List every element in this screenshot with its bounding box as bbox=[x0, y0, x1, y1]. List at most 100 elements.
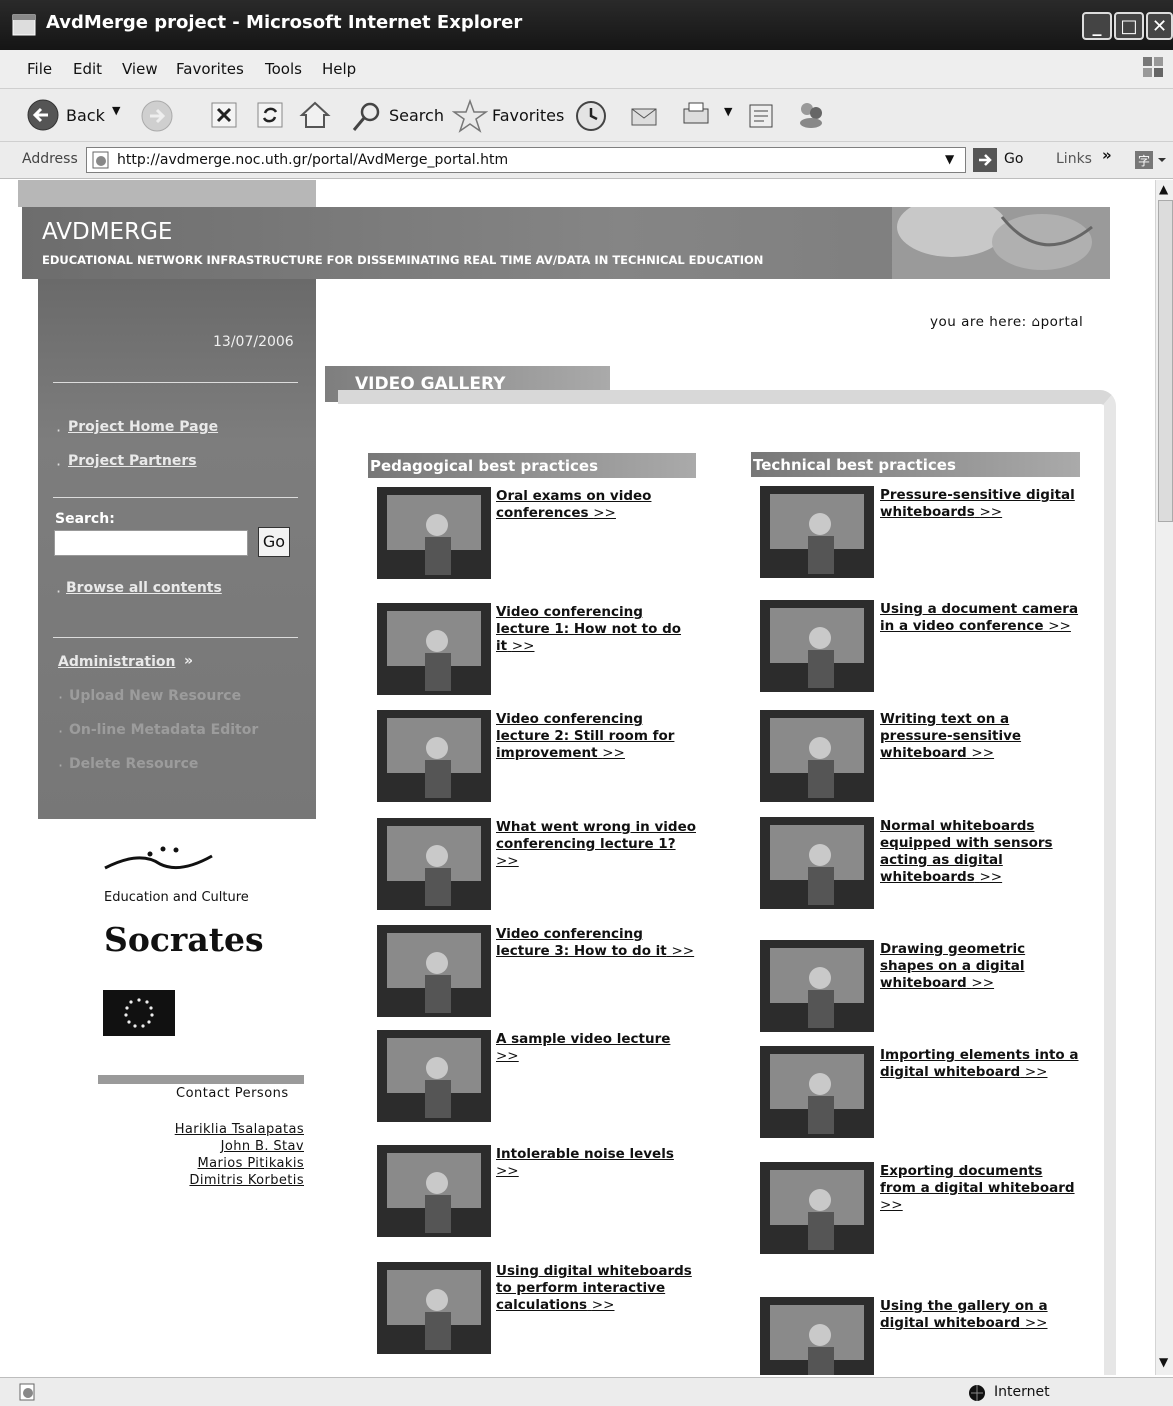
technical-video-thumbnail[interactable] bbox=[760, 1297, 874, 1375]
more-link[interactable]: >> bbox=[496, 853, 519, 869]
forward-button[interactable] bbox=[140, 99, 174, 133]
menu-file[interactable]: File bbox=[27, 60, 52, 78]
pedagogical-video-title[interactable]: Video conferencing lecture 3: How to do … bbox=[496, 926, 667, 959]
maximize-button[interactable]: □ bbox=[1114, 12, 1144, 40]
print-dropdown-icon[interactable]: ▼ bbox=[724, 105, 732, 118]
pedagogical-video-link[interactable]: Video conferencing lecture 2: Still room… bbox=[496, 711, 696, 762]
pedagogical-video-thumbnail[interactable] bbox=[377, 603, 491, 695]
pedagogical-video-thumbnail[interactable] bbox=[377, 1145, 491, 1237]
pedagogical-video-thumbnail[interactable] bbox=[377, 925, 491, 1017]
technical-video-title[interactable]: Exporting documents from a digital white… bbox=[880, 1163, 1075, 1196]
address-input[interactable]: http://avdmerge.noc.uth.gr/portal/AvdMer… bbox=[86, 147, 966, 173]
technical-video-link[interactable]: Importing elements into a digital whiteb… bbox=[880, 1047, 1080, 1081]
technical-video-thumbnail[interactable] bbox=[760, 600, 874, 692]
more-link[interactable]: >> bbox=[979, 504, 1002, 520]
mail-button[interactable] bbox=[626, 97, 664, 133]
history-button[interactable] bbox=[574, 99, 608, 133]
pedagogical-video-title[interactable]: Intolerable noise levels bbox=[496, 1146, 674, 1162]
refresh-button[interactable] bbox=[256, 101, 284, 129]
contact-link[interactable]: John B. Stav bbox=[221, 1139, 304, 1154]
breadcrumb-current[interactable]: portal bbox=[1041, 314, 1084, 330]
menu-help[interactable]: Help bbox=[322, 60, 356, 78]
technical-video-link[interactable]: Exporting documents from a digital white… bbox=[880, 1163, 1080, 1214]
sidebar-search-input[interactable] bbox=[54, 530, 248, 556]
technical-video-title[interactable]: Pressure-sensitive digital whiteboards bbox=[880, 487, 1075, 520]
menu-view[interactable]: View bbox=[122, 60, 158, 78]
technical-video-title[interactable]: Normal whiteboards equipped with sensors… bbox=[880, 818, 1053, 885]
pedagogical-video-link[interactable]: A sample video lecture >> bbox=[496, 1031, 696, 1065]
technical-video-thumbnail[interactable] bbox=[760, 817, 874, 909]
technical-video-link[interactable]: Using the gallery on a digital whiteboar… bbox=[880, 1298, 1080, 1332]
administration-link[interactable]: Administration bbox=[58, 654, 175, 670]
address-dropdown-icon[interactable]: ▼ bbox=[945, 152, 954, 166]
more-link[interactable]: >> bbox=[593, 505, 616, 521]
menu-tools[interactable]: Tools bbox=[265, 60, 302, 78]
sidebar-search-go-button[interactable]: Go bbox=[258, 527, 290, 557]
technical-video-title[interactable]: Using the gallery on a digital whiteboar… bbox=[880, 1298, 1048, 1331]
pedagogical-video-title[interactable]: A sample video lecture bbox=[496, 1031, 670, 1047]
scroll-down-icon[interactable]: ▼ bbox=[1159, 1355, 1168, 1369]
vertical-scrollbar[interactable]: ▲ ▼ bbox=[1155, 180, 1173, 1375]
technical-video-title[interactable]: Importing elements into a digital whiteb… bbox=[880, 1047, 1078, 1080]
more-link[interactable]: >> bbox=[671, 943, 694, 959]
delete-resource-item[interactable]: Delete Resource bbox=[69, 756, 198, 772]
print-button[interactable] bbox=[680, 99, 712, 131]
search-button[interactable]: Search bbox=[350, 98, 444, 132]
scroll-up-icon[interactable]: ▲ bbox=[1159, 182, 1168, 196]
more-link[interactable]: >> bbox=[1025, 1064, 1048, 1080]
pedagogical-video-link[interactable]: Intolerable noise levels >> bbox=[496, 1146, 696, 1180]
pedagogical-video-link[interactable]: Video conferencing lecture 3: How to do … bbox=[496, 926, 696, 960]
pedagogical-video-link[interactable]: What went wrong in video conferencing le… bbox=[496, 819, 696, 870]
technical-video-thumbnail[interactable] bbox=[760, 710, 874, 802]
technical-video-link[interactable]: Normal whiteboards equipped with sensors… bbox=[880, 818, 1080, 886]
scroll-thumb[interactable] bbox=[1158, 200, 1173, 522]
more-link[interactable]: >> bbox=[496, 1048, 519, 1064]
technical-video-title[interactable]: Drawing geometric shapes on a digital wh… bbox=[880, 941, 1025, 991]
menu-favorites[interactable]: Favorites bbox=[176, 60, 244, 78]
technical-video-thumbnail[interactable] bbox=[760, 1162, 874, 1254]
more-link[interactable]: >> bbox=[512, 638, 535, 654]
pedagogical-video-thumbnail[interactable] bbox=[377, 1030, 491, 1122]
pedagogical-video-thumbnail[interactable] bbox=[377, 710, 491, 802]
home-button[interactable] bbox=[298, 99, 332, 131]
more-link[interactable]: >> bbox=[979, 869, 1002, 885]
technical-video-link[interactable]: Pressure-sensitive digital whiteboards >… bbox=[880, 487, 1080, 521]
pedagogical-video-link[interactable]: Oral exams on video conferences >> bbox=[496, 488, 696, 522]
more-link[interactable]: >> bbox=[1025, 1315, 1048, 1331]
upload-resource-item[interactable]: Upload New Resource bbox=[69, 688, 241, 704]
pedagogical-video-title[interactable]: Video conferencing lecture 2: Still room… bbox=[496, 711, 674, 761]
links-label[interactable]: Links bbox=[1056, 151, 1092, 167]
menu-edit[interactable]: Edit bbox=[73, 60, 102, 78]
minimize-button[interactable]: _ bbox=[1082, 12, 1112, 40]
back-button[interactable]: Back ▼ bbox=[26, 98, 126, 132]
go-button[interactable]: Go bbox=[972, 147, 1032, 173]
back-dropdown-icon[interactable]: ▼ bbox=[112, 104, 120, 117]
pedagogical-video-link[interactable]: Using digital whiteboards to perform int… bbox=[496, 1263, 696, 1314]
stop-button[interactable] bbox=[210, 101, 238, 129]
contact-link[interactable]: Dimitris Korbetis bbox=[189, 1173, 304, 1188]
close-button[interactable]: ✕ bbox=[1146, 12, 1173, 40]
pedagogical-video-thumbnail[interactable] bbox=[377, 818, 491, 910]
browse-all-link[interactable]: Browse all contents bbox=[66, 580, 222, 596]
technical-video-link[interactable]: Drawing geometric shapes on a digital wh… bbox=[880, 941, 1080, 992]
project-partners-link[interactable]: Project Partners bbox=[68, 453, 197, 469]
edit-button[interactable] bbox=[744, 97, 778, 131]
translate-icon[interactable]: 字 bbox=[1132, 148, 1166, 172]
technical-video-thumbnail[interactable] bbox=[760, 486, 874, 578]
metadata-editor-item[interactable]: On-line Metadata Editor bbox=[69, 722, 258, 738]
project-home-link[interactable]: Project Home Page bbox=[68, 419, 218, 435]
favorites-button[interactable]: Favorites bbox=[452, 98, 564, 133]
technical-video-thumbnail[interactable] bbox=[760, 1046, 874, 1138]
technical-video-link[interactable]: Using a document camera in a video confe… bbox=[880, 601, 1080, 635]
pedagogical-video-link[interactable]: Video conferencing lecture 1: How not to… bbox=[496, 604, 696, 655]
links-chevron-icon[interactable]: » bbox=[1102, 146, 1112, 164]
technical-video-link[interactable]: Writing text on a pressure-sensitive whi… bbox=[880, 711, 1080, 762]
more-link[interactable]: >> bbox=[971, 975, 994, 991]
messenger-button[interactable] bbox=[794, 97, 828, 131]
more-link[interactable]: >> bbox=[602, 745, 625, 761]
pedagogical-video-thumbnail[interactable] bbox=[377, 1262, 491, 1354]
technical-video-title[interactable]: Writing text on a pressure-sensitive whi… bbox=[880, 711, 1021, 761]
more-link[interactable]: >> bbox=[880, 1197, 903, 1213]
contact-link[interactable]: Marios Pitikakis bbox=[198, 1156, 304, 1171]
contact-link[interactable]: Hariklia Tsalapatas bbox=[175, 1122, 304, 1137]
